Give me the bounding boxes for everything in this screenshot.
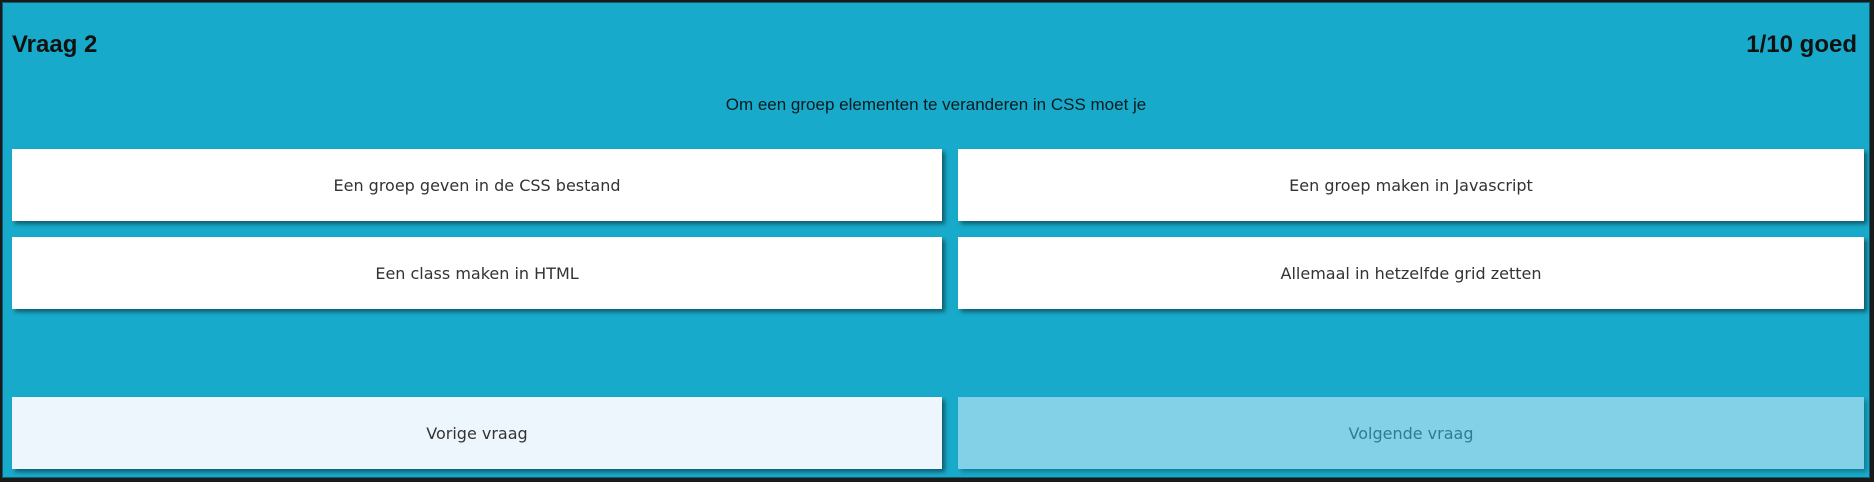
next-question-button[interactable]: Volgende vraag [958,397,1864,469]
quiz-panel: Vraag 2 1/10 goed Om een groep elementen… [2,2,1870,478]
answer-option-label: Een groep maken in Javascript [1289,175,1533,195]
answer-option-label: Allemaal in hetzelfde grid zetten [1280,263,1542,283]
next-question-label: Volgende vraag [1348,423,1474,443]
score-counter: 1/10 goed [1746,31,1857,58]
answer-option-2[interactable]: Een groep maken in Javascript [958,149,1864,221]
question-number-title: Vraag 2 [12,31,98,58]
previous-question-button[interactable]: Vorige vraag [12,397,942,469]
previous-question-label: Vorige vraag [426,423,528,443]
answer-option-label: Een groep geven in de CSS bestand [333,175,621,195]
question-text: Om een groep elementen te veranderen in … [725,95,1147,114]
answer-option-1[interactable]: Een groep geven in de CSS bestand [12,149,942,221]
quiz-header: Vraag 2 1/10 goed [3,3,1869,83]
answer-option-4[interactable]: Allemaal in hetzelfde grid zetten [958,237,1864,309]
answer-option-3[interactable]: Een class maken in HTML [12,237,942,309]
answer-option-label: Een class maken in HTML [375,263,579,283]
